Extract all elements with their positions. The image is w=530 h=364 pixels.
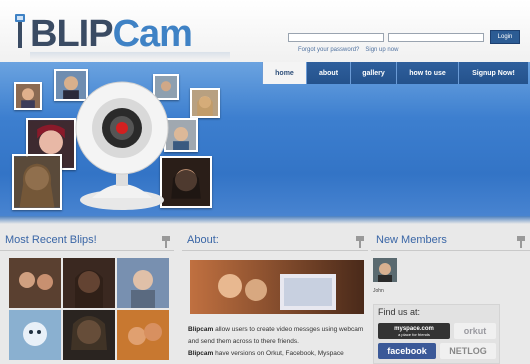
user-photo-1 <box>14 82 42 110</box>
about-brand-2: Blipcam <box>188 350 214 357</box>
blip-thumbnail[interactable] <box>9 258 61 308</box>
new-members-title: New Members <box>376 234 447 246</box>
section-divider <box>0 250 174 251</box>
myspace-link[interactable]: myspace.com a place for friends <box>378 323 450 339</box>
blip-thumbnail[interactable] <box>63 310 115 360</box>
tab-signup-now[interactable]: Signup Now! <box>458 62 528 84</box>
tv-section-icon <box>517 236 525 248</box>
blip-thumbnail[interactable] <box>117 310 169 360</box>
hero-banner <box>0 62 530 222</box>
member-name: John <box>373 288 384 294</box>
blips-grid <box>9 258 169 360</box>
logo-reflection <box>30 52 230 60</box>
login-form: Login <box>288 30 520 44</box>
user-photo-4 <box>12 154 62 210</box>
login-button[interactable]: Login <box>490 30 520 44</box>
tab-how-to-use[interactable]: how to use <box>396 62 458 84</box>
about-description: Blipcam allow users to create video mess… <box>188 324 366 360</box>
blip-thumbnail[interactable] <box>63 258 115 308</box>
login-links: Forgot your password? Sign up now <box>298 47 398 53</box>
tab-gallery[interactable]: gallery <box>350 62 396 84</box>
logo-text-blip: BLIP <box>30 13 114 55</box>
tv-section-icon <box>356 236 364 248</box>
main-nav: home about gallery how to use Signup Now… <box>262 62 528 84</box>
signup-link[interactable]: Sign up now <box>365 47 398 53</box>
find-us-box: Find us at: myspace.com a place for frie… <box>373 304 500 364</box>
blip-thumbnail[interactable] <box>9 310 61 360</box>
about-photo <box>190 260 364 314</box>
new-members-section: New Members John Find us at: myspace.com… <box>371 232 530 364</box>
tv-section-icon <box>162 236 170 248</box>
recent-blips-section: Most Recent Blips! <box>0 232 174 364</box>
find-us-title: Find us at: <box>378 307 421 317</box>
netlog-link[interactable]: NETLOG <box>440 343 496 359</box>
section-divider <box>371 250 530 251</box>
blip-thumbnail[interactable] <box>117 258 169 308</box>
forgot-password-link[interactable]: Forgot your password? <box>298 47 359 53</box>
orkut-link[interactable]: orkut <box>454 323 496 339</box>
banner-fade <box>0 216 530 224</box>
about-paragraph-1: allow users to create video messges usin… <box>188 326 364 345</box>
username-input[interactable] <box>288 32 384 42</box>
section-divider <box>182 250 368 251</box>
site-header: BLIPCam Login Forgot your password? Sign… <box>0 0 530 62</box>
tab-about[interactable]: about <box>306 62 350 84</box>
user-photo-6 <box>190 88 220 118</box>
about-paragraph-2: have versions on Orkut, Facebook, Myspac… <box>213 350 344 357</box>
about-title: About: <box>187 234 219 246</box>
tab-home[interactable]: home <box>262 62 306 84</box>
about-brand-1: Blipcam <box>188 326 214 333</box>
member-card[interactable]: John <box>373 258 397 294</box>
logo-text-cam: Cam <box>112 13 193 55</box>
member-avatar <box>373 258 397 282</box>
webcam-illustration <box>75 81 169 210</box>
myspace-tagline: a place for friends <box>398 331 430 337</box>
recent-blips-title: Most Recent Blips! <box>5 234 97 246</box>
about-section: About: Blipcam allow users to create vid… <box>182 232 368 364</box>
facebook-link[interactable]: facebook <box>378 343 436 359</box>
password-input[interactable] <box>388 32 484 42</box>
tv-logo-icon <box>15 14 25 48</box>
